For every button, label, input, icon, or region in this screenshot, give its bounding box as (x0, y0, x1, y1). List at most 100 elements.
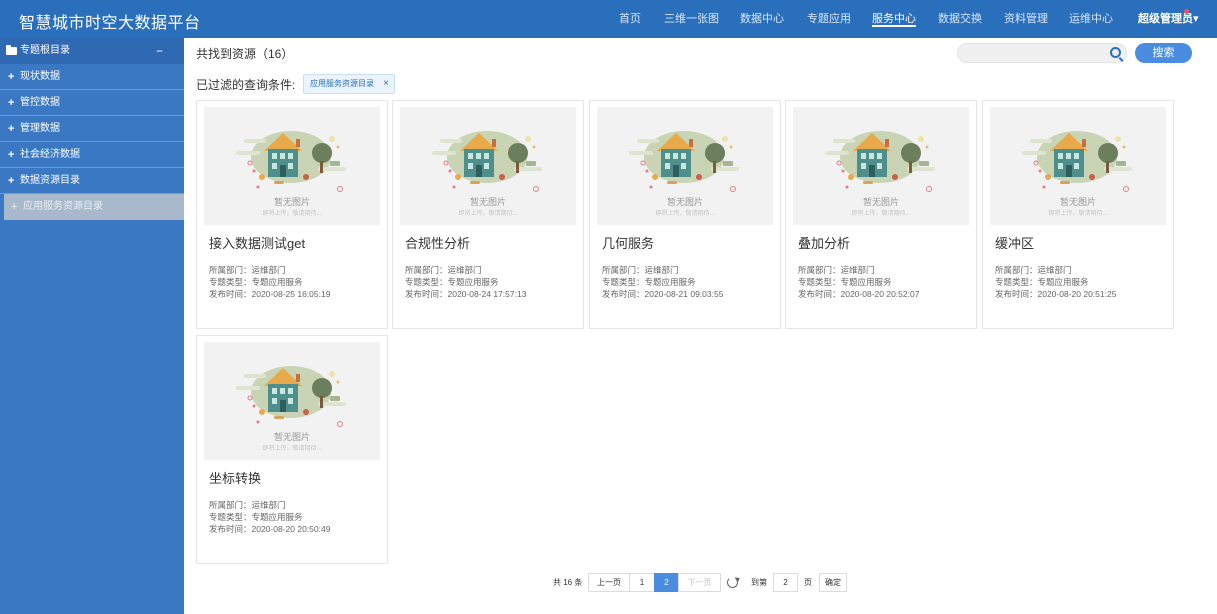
expand-icon: + (8, 123, 15, 135)
card-department: 所属部门：运维部门 (995, 265, 1072, 275)
nav-item-data-center[interactable]: 数据中心 (740, 0, 784, 38)
sidebar-item-data-catalog[interactable]: + 数据资源目录 (0, 168, 184, 194)
card-type: 专题类型：专题应用服务 (209, 277, 303, 287)
collapse-icon[interactable]: − (156, 38, 163, 64)
card-thumbnail: 暂无图片 即将上传，敬请期待... (204, 342, 380, 460)
no-image-label: 暂无图片 (273, 197, 310, 207)
sidebar-item-label: 现状数据 (20, 71, 60, 82)
pagination-total: 共 16 条 (553, 578, 583, 587)
card-publish-time: 发布时间：2020-08-20 20:51:25 (995, 289, 1117, 299)
sidebar-item-label: 应用服务资源目录 (23, 201, 103, 212)
search-input[interactable] (957, 43, 1127, 63)
sidebar-item-management-data[interactable]: + 管理数据 (0, 116, 184, 142)
goto-page-input[interactable] (773, 573, 798, 592)
service-card[interactable]: 暂无图片 即将上传，敬请期待... 几何服务 所属部门：运维部门 专题类型：专题… (589, 100, 781, 329)
sidebar-item-label: 管控数据 (20, 97, 60, 108)
service-card[interactable]: 暂无图片 即将上传，敬请期待... 缓冲区 所属部门：运维部门 专题类型：专题应… (982, 100, 1174, 329)
card-title[interactable]: 合规性分析 (405, 233, 470, 252)
filter-label: 已过滤的查询条件: (196, 78, 296, 92)
user-menu[interactable]: 超级管理员▾ (1138, 0, 1199, 38)
confirm-button[interactable]: 确定 (819, 573, 847, 592)
service-card[interactable]: 暂无图片 即将上传，敬请期待... 叠加分析 所属部门：运维部门 专题类型：专题… (785, 100, 977, 329)
refresh-icon[interactable] (727, 577, 738, 588)
sidebar-item-socioeconomic-data[interactable]: + 社会经济数据 (0, 142, 184, 168)
sidebar-root[interactable]: 专题根目录 − (0, 38, 184, 64)
no-image-hint: 即将上传，敬请期待... (1048, 211, 1108, 217)
prev-page-button[interactable]: 上一页 (588, 573, 630, 592)
sidebar: 专题根目录 − + 现状数据 + 管控数据 + 管理数据 + 社会经济数据 + … (0, 38, 184, 614)
card-department: 所属部门：运维部门 (798, 265, 875, 275)
card-department: 所属部门：运维部门 (602, 265, 679, 275)
nav-item-topic-apps[interactable]: 专题应用 (807, 0, 851, 38)
notification-dot (1183, 9, 1189, 14)
sidebar-item-label: 数据资源目录 (20, 175, 80, 186)
expand-icon: + (8, 71, 15, 83)
no-image-hint: 即将上传，敬请期待... (262, 211, 322, 217)
no-image-label: 暂无图片 (273, 432, 310, 442)
sidebar-root-label: 专题根目录 (20, 45, 70, 56)
no-image-illustration (1022, 130, 1133, 192)
no-image-label: 暂无图片 (469, 197, 506, 207)
search-button[interactable]: 搜索 (1135, 43, 1192, 63)
user-name: 超级管理员▾ (1138, 13, 1199, 25)
card-thumbnail: 暂无图片 即将上传，敬请期待... (204, 107, 380, 225)
folder-icon (6, 45, 17, 55)
top-bar: 智慧城市时空大数据平台 首页 三维一张图 数据中心 专题应用 服务中心 数据交换… (0, 0, 1217, 38)
no-image-hint: 即将上传，敬请期待... (458, 211, 518, 217)
nav-item-docs[interactable]: 资料管理 (1004, 0, 1048, 38)
expand-icon: + (8, 149, 15, 161)
page-unit-label: 页 (804, 578, 812, 587)
page-button-1[interactable]: 1 (629, 573, 655, 592)
card-type: 专题类型：专题应用服务 (798, 277, 892, 287)
card-publish-time: 发布时间：2020-08-24 17:57:13 (405, 289, 527, 299)
nav-item-service-center[interactable]: 服务中心 (872, 0, 916, 38)
card-title[interactable]: 几何服务 (602, 233, 654, 252)
service-card[interactable]: 暂无图片 即将上传，敬请期待... 合规性分析 所属部门：运维部门 专题类型：专… (392, 100, 584, 329)
sidebar-item-control-data[interactable]: + 管控数据 (0, 90, 184, 116)
sidebar-item-label: 社会经济数据 (20, 149, 80, 160)
nav-item-data-exchange[interactable]: 数据交换 (938, 0, 982, 38)
no-image-label: 暂无图片 (862, 197, 899, 207)
expand-icon: + (8, 97, 15, 109)
no-image-illustration (236, 365, 347, 427)
service-card[interactable]: 暂无图片 即将上传，敬请期待... 坐标转换 所属部门：运维部门 专题类型：专题… (196, 335, 388, 564)
no-image-illustration (825, 130, 936, 192)
no-image-illustration (432, 130, 543, 192)
service-card[interactable]: 暂无图片 即将上传，敬请期待... 接入数据测试get 所属部门：运维部门 专题… (196, 100, 388, 329)
sidebar-item-current-data[interactable]: + 现状数据 (0, 64, 184, 90)
no-image-hint: 即将上传，敬请期待... (851, 211, 911, 217)
search-icon[interactable] (1110, 47, 1121, 58)
card-thumbnail: 暂无图片 即将上传，敬请期待... (990, 107, 1166, 225)
card-publish-time: 发布时间：2020-08-20 20:50:49 (209, 524, 331, 534)
expand-icon: + (11, 201, 18, 213)
expand-icon: + (8, 175, 15, 187)
nav-item-home[interactable]: 首页 (619, 0, 641, 38)
card-type: 专题类型：专题应用服务 (995, 277, 1089, 287)
card-title[interactable]: 坐标转换 (209, 468, 261, 487)
card-department: 所属部门：运维部门 (209, 265, 286, 275)
card-thumbnail: 暂无图片 即将上传，敬请期待... (400, 107, 576, 225)
card-publish-time: 发布时间：2020-08-20 20:52:07 (798, 289, 920, 299)
card-publish-time: 发布时间：2020-08-25 16:05:19 (209, 289, 331, 299)
card-thumbnail: 暂无图片 即将上传，敬请期待... (793, 107, 969, 225)
card-title[interactable]: 缓冲区 (995, 233, 1034, 252)
no-image-label: 暂无图片 (666, 197, 703, 207)
sidebar-item-label: 管理数据 (20, 123, 60, 134)
no-image-label: 暂无图片 (1059, 197, 1096, 207)
card-title[interactable]: 叠加分析 (798, 233, 850, 252)
nav-item-3d-map[interactable]: 三维一张图 (664, 0, 719, 38)
card-publish-time: 发布时间：2020-08-21 09:03:55 (602, 289, 724, 299)
card-thumbnail: 暂无图片 即将上传，敬请期待... (597, 107, 773, 225)
filter-tag-label: 应用服务资源目录 (310, 79, 374, 88)
goto-label: 到第 (751, 578, 767, 587)
card-title[interactable]: 接入数据测试get (209, 233, 305, 252)
app-title: 智慧城市时空大数据平台 (19, 15, 201, 32)
close-icon[interactable]: × (383, 75, 389, 93)
next-page-button[interactable]: 下一页 (678, 573, 721, 592)
sidebar-item-app-service-catalog[interactable]: + 应用服务资源目录 (4, 194, 184, 220)
no-image-hint: 即将上传，敬请期待... (655, 211, 715, 217)
no-image-illustration (236, 130, 347, 192)
nav-item-ops-center[interactable]: 运维中心 (1069, 0, 1113, 38)
page-button-2[interactable]: 2 (654, 573, 679, 592)
no-image-hint: 即将上传，敬请期待... (262, 446, 322, 452)
